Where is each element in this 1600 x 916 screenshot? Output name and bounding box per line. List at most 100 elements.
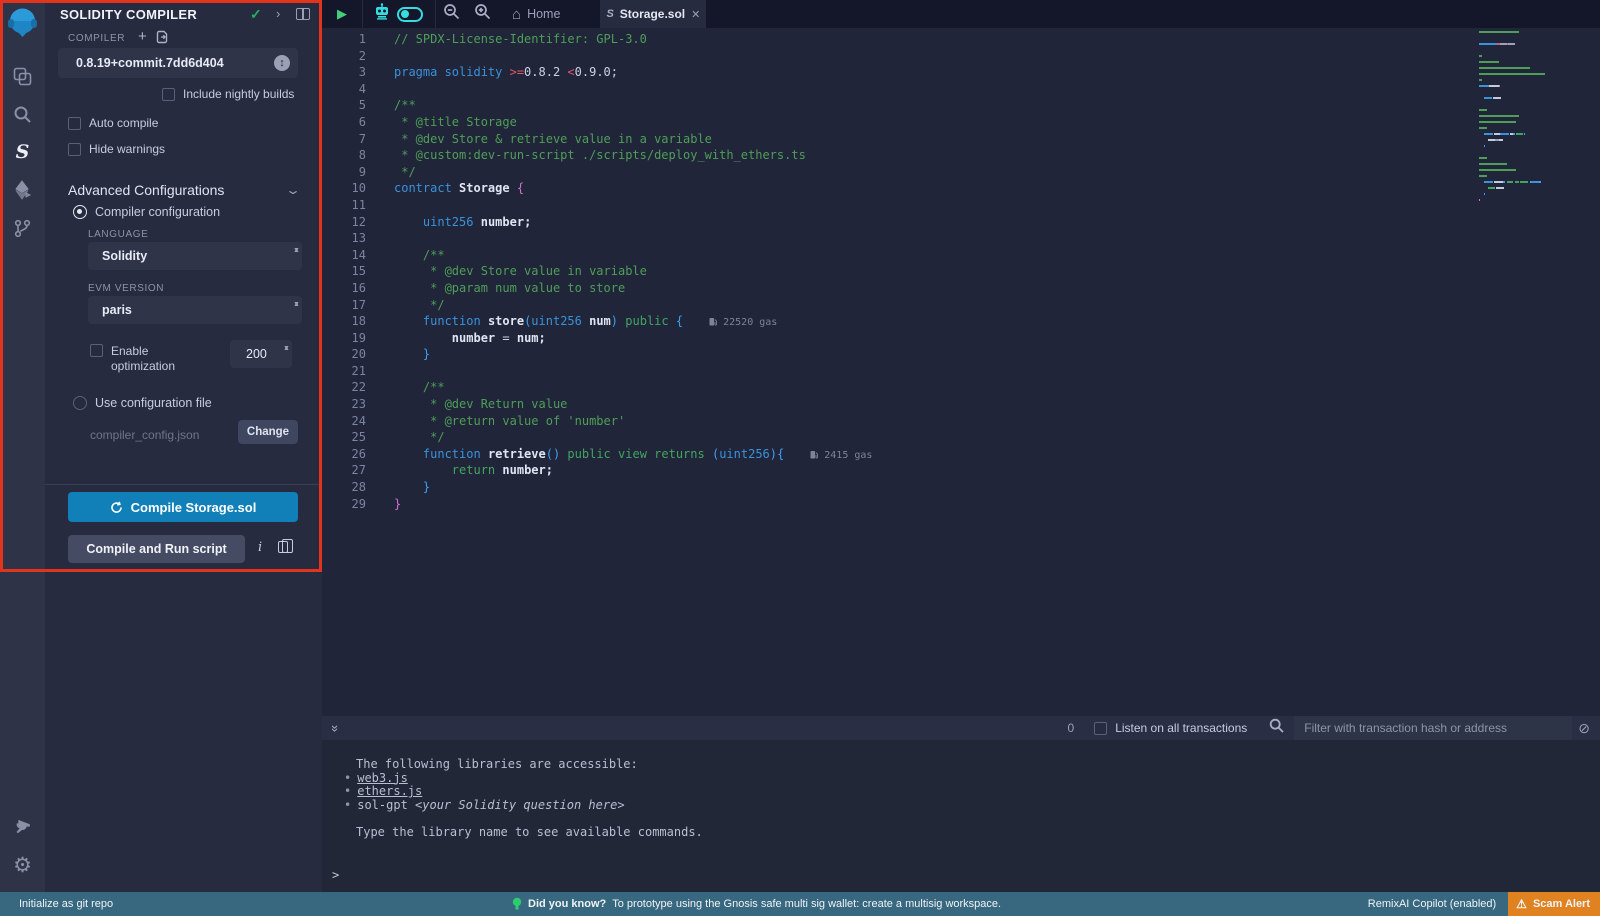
home-tab-label: Home (527, 7, 560, 21)
info-icon[interactable]: i (258, 540, 262, 555)
listen-transactions-checkbox[interactable] (1094, 722, 1107, 735)
compiler-configuration-radio[interactable] (73, 205, 87, 219)
use-configuration-file-radio[interactable] (73, 396, 87, 410)
panel-divider (45, 484, 322, 485)
evm-version-select[interactable]: paris ▲▼ (88, 296, 302, 324)
terminal-line: Type the library name to see available c… (322, 826, 1600, 840)
transaction-count: 0 (1068, 721, 1075, 735)
terminal-prompt[interactable]: > (322, 869, 1600, 883)
add-compiler-icon[interactable]: + (138, 28, 147, 45)
compiler-version-value: 0.8.19+commit.7dd6d404 (76, 56, 224, 70)
copilot-toggle[interactable] (397, 7, 423, 22)
compiler-section-label: COMPILER (68, 33, 125, 44)
remix-ide-window: S ⚙ SOLIDITY COMPILER ✓ › (0, 0, 1600, 916)
settings-gear-icon[interactable]: ⚙ (0, 846, 45, 884)
evm-version-label: EVM VERSION (88, 283, 164, 294)
terminal-line: The following libraries are accessible: (322, 758, 1600, 772)
status-bar: Initialize as git repo Did you know? To … (0, 892, 1600, 916)
warning-triangle-icon: ⚠ (1516, 897, 1527, 911)
advanced-configurations-title[interactable]: Advanced Configurations (68, 182, 224, 198)
nightly-builds-checkbox[interactable] (162, 88, 175, 101)
hide-warnings-checkbox[interactable] (68, 143, 81, 156)
plugin-manager-icon[interactable] (0, 808, 45, 846)
nightly-builds-row: Include nightly builds (162, 87, 294, 101)
gas-estimate-badge: 22520 gas (709, 317, 777, 328)
clear-console-icon[interactable]: ⊘ (1578, 720, 1590, 737)
did-you-know-tip: Did you know? To prototype using the Gno… (512, 897, 1001, 911)
enable-optimization-label: Enable optimization (111, 344, 195, 374)
listen-transactions-row: Listen on all transactions (1094, 721, 1247, 735)
compile-success-check-icon: ✓ (250, 6, 262, 23)
terminal-line: •ethers.js (322, 785, 1600, 799)
expand-terminal-icon[interactable]: » (328, 724, 343, 731)
auto-compile-checkbox[interactable] (68, 117, 81, 130)
panel-forward-icon[interactable]: › (276, 6, 280, 21)
search-icon[interactable] (0, 95, 45, 133)
transaction-filter-input[interactable] (1294, 716, 1572, 740)
code-area[interactable]: 1234567891011121314151617181920212223242… (322, 28, 1600, 716)
close-tab-icon[interactable]: ✕ (691, 8, 700, 21)
solidity-file-icon: S (606, 8, 613, 20)
refresh-icon (110, 501, 123, 514)
file-explorer-icon[interactable] (0, 57, 45, 95)
hide-warnings-row: Hide warnings (68, 142, 165, 156)
compile-button[interactable]: Compile Storage.sol (68, 492, 298, 522)
code-editor: ▶ (322, 0, 1600, 716)
line-number-gutter: 1234567891011121314151617181920212223242… (322, 31, 378, 716)
optimization-runs-input[interactable]: 200 ▲▼ (230, 340, 292, 368)
nightly-builds-label: Include nightly builds (183, 87, 294, 101)
scam-alert-badge[interactable]: ⚠ Scam Alert (1508, 892, 1600, 916)
terminal-header: » 0 Listen on all transactions ⊘ (322, 716, 1600, 740)
terminal-panel: » 0 Listen on all transactions ⊘ The fol… (322, 716, 1600, 892)
copy-icon[interactable] (278, 541, 288, 553)
zoom-out-icon[interactable] (443, 3, 460, 25)
evm-version-value: paris (102, 303, 132, 317)
terminal-search-icon (1269, 718, 1284, 738)
editor-minimap[interactable] (1479, 31, 1599, 201)
home-icon: ⌂ (512, 6, 521, 23)
git-init-status[interactable]: Initialize as git repo (19, 898, 113, 910)
split-view-icon[interactable] (296, 8, 310, 20)
hide-warnings-label: Hide warnings (89, 142, 165, 156)
listen-transactions-label: Listen on all transactions (1115, 721, 1247, 735)
remix-logo[interactable] (6, 6, 39, 39)
compile-and-run-button[interactable]: Compile and Run script (68, 535, 245, 563)
language-select[interactable]: Solidity ▲▼ (88, 242, 302, 270)
editor-tab-bar: ▶ (322, 0, 1600, 28)
tab-storage-sol[interactable]: S Storage.sol ✕ (600, 0, 706, 28)
auto-compile-label: Auto compile (89, 116, 158, 130)
terminal-line: •sol-gpt <your Solidity question here> (322, 799, 1600, 813)
enable-optimization-checkbox[interactable] (90, 344, 103, 357)
compiler-configuration-label: Compiler configuration (95, 205, 220, 219)
zoom-in-icon[interactable] (474, 3, 491, 25)
terminal-line (322, 812, 1600, 826)
language-label: LANGUAGE (88, 229, 148, 240)
run-script-play-button[interactable]: ▶ (322, 6, 362, 22)
terminal-output[interactable]: The following libraries are accessible:•… (322, 740, 1600, 892)
code-lines: // SPDX-License-Identifier: GPL-3.0pragm… (378, 31, 872, 716)
file-tab-label: Storage.sol (620, 7, 685, 21)
optimization-runs-value: 200 (246, 347, 267, 361)
scam-alert-label: Scam Alert (1533, 898, 1590, 910)
compiler-version-select[interactable]: 0.8.19+commit.7dd6d404 ↕ (58, 48, 298, 78)
deploy-run-icon[interactable] (0, 171, 45, 209)
tip-bold-text: Did you know? (528, 898, 606, 910)
solidity-compiler-icon[interactable]: S (0, 133, 45, 171)
gas-estimate-badge: 2415 gas (810, 450, 872, 461)
chevron-down-icon[interactable]: ⌄ (285, 183, 301, 197)
tab-home[interactable]: ⌂ Home (512, 6, 560, 23)
use-configuration-file-label: Use configuration file (95, 396, 212, 410)
library-link[interactable]: ethers.js (357, 784, 422, 798)
ai-copilot-robot-icon[interactable] (373, 3, 391, 25)
git-icon[interactable] (0, 209, 45, 247)
change-config-button[interactable]: Change (238, 420, 298, 444)
tip-text: To prototype using the Gnosis safe multi… (612, 898, 1001, 910)
version-sort-icon: ↕ (274, 55, 290, 71)
copilot-status: RemixAI Copilot (enabled) (1368, 898, 1496, 910)
solidity-compiler-panel: SOLIDITY COMPILER ✓ › COMPILER + 0.8.19+… (45, 0, 322, 892)
lightbulb-icon (512, 897, 522, 911)
enable-optimization-row: Enable optimization (90, 344, 195, 374)
language-value: Solidity (102, 249, 147, 263)
library-link[interactable]: web3.js (357, 771, 408, 785)
terminal-line: •web3.js (322, 772, 1600, 786)
